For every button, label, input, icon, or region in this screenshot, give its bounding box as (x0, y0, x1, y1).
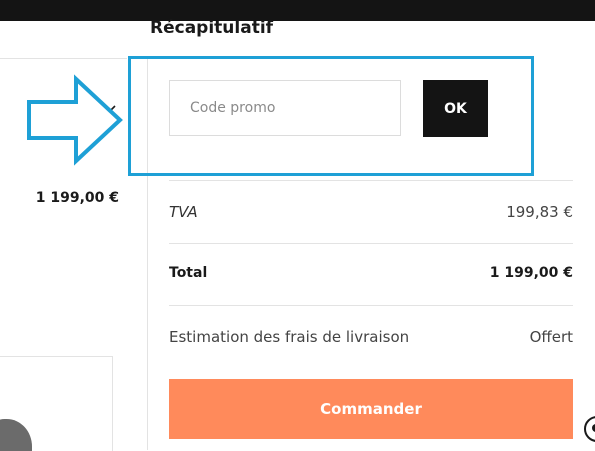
total-label: Total (169, 265, 208, 281)
divider (169, 305, 573, 306)
shipping-estimate-value: Offert (529, 328, 573, 346)
divider (169, 180, 573, 181)
summary-title: Récapitulatif (150, 18, 274, 38)
arrow-right-icon (27, 74, 123, 166)
order-button[interactable]: Commander (169, 379, 573, 439)
annotation-highlight-box (128, 56, 534, 176)
product-thumbnail[interactable] (0, 356, 113, 451)
chat-icon[interactable] (584, 416, 595, 442)
tva-value: 199,83 € (506, 203, 573, 221)
total-value: 1 199,00 € (489, 265, 573, 281)
shipping-estimate-label: Estimation des frais de livraison (169, 328, 410, 346)
top-bar (0, 0, 595, 21)
divider (169, 243, 573, 244)
cart-item-price: 1 199,00 € (35, 190, 119, 206)
tva-label: TVA (169, 203, 198, 221)
product-image (0, 419, 32, 451)
